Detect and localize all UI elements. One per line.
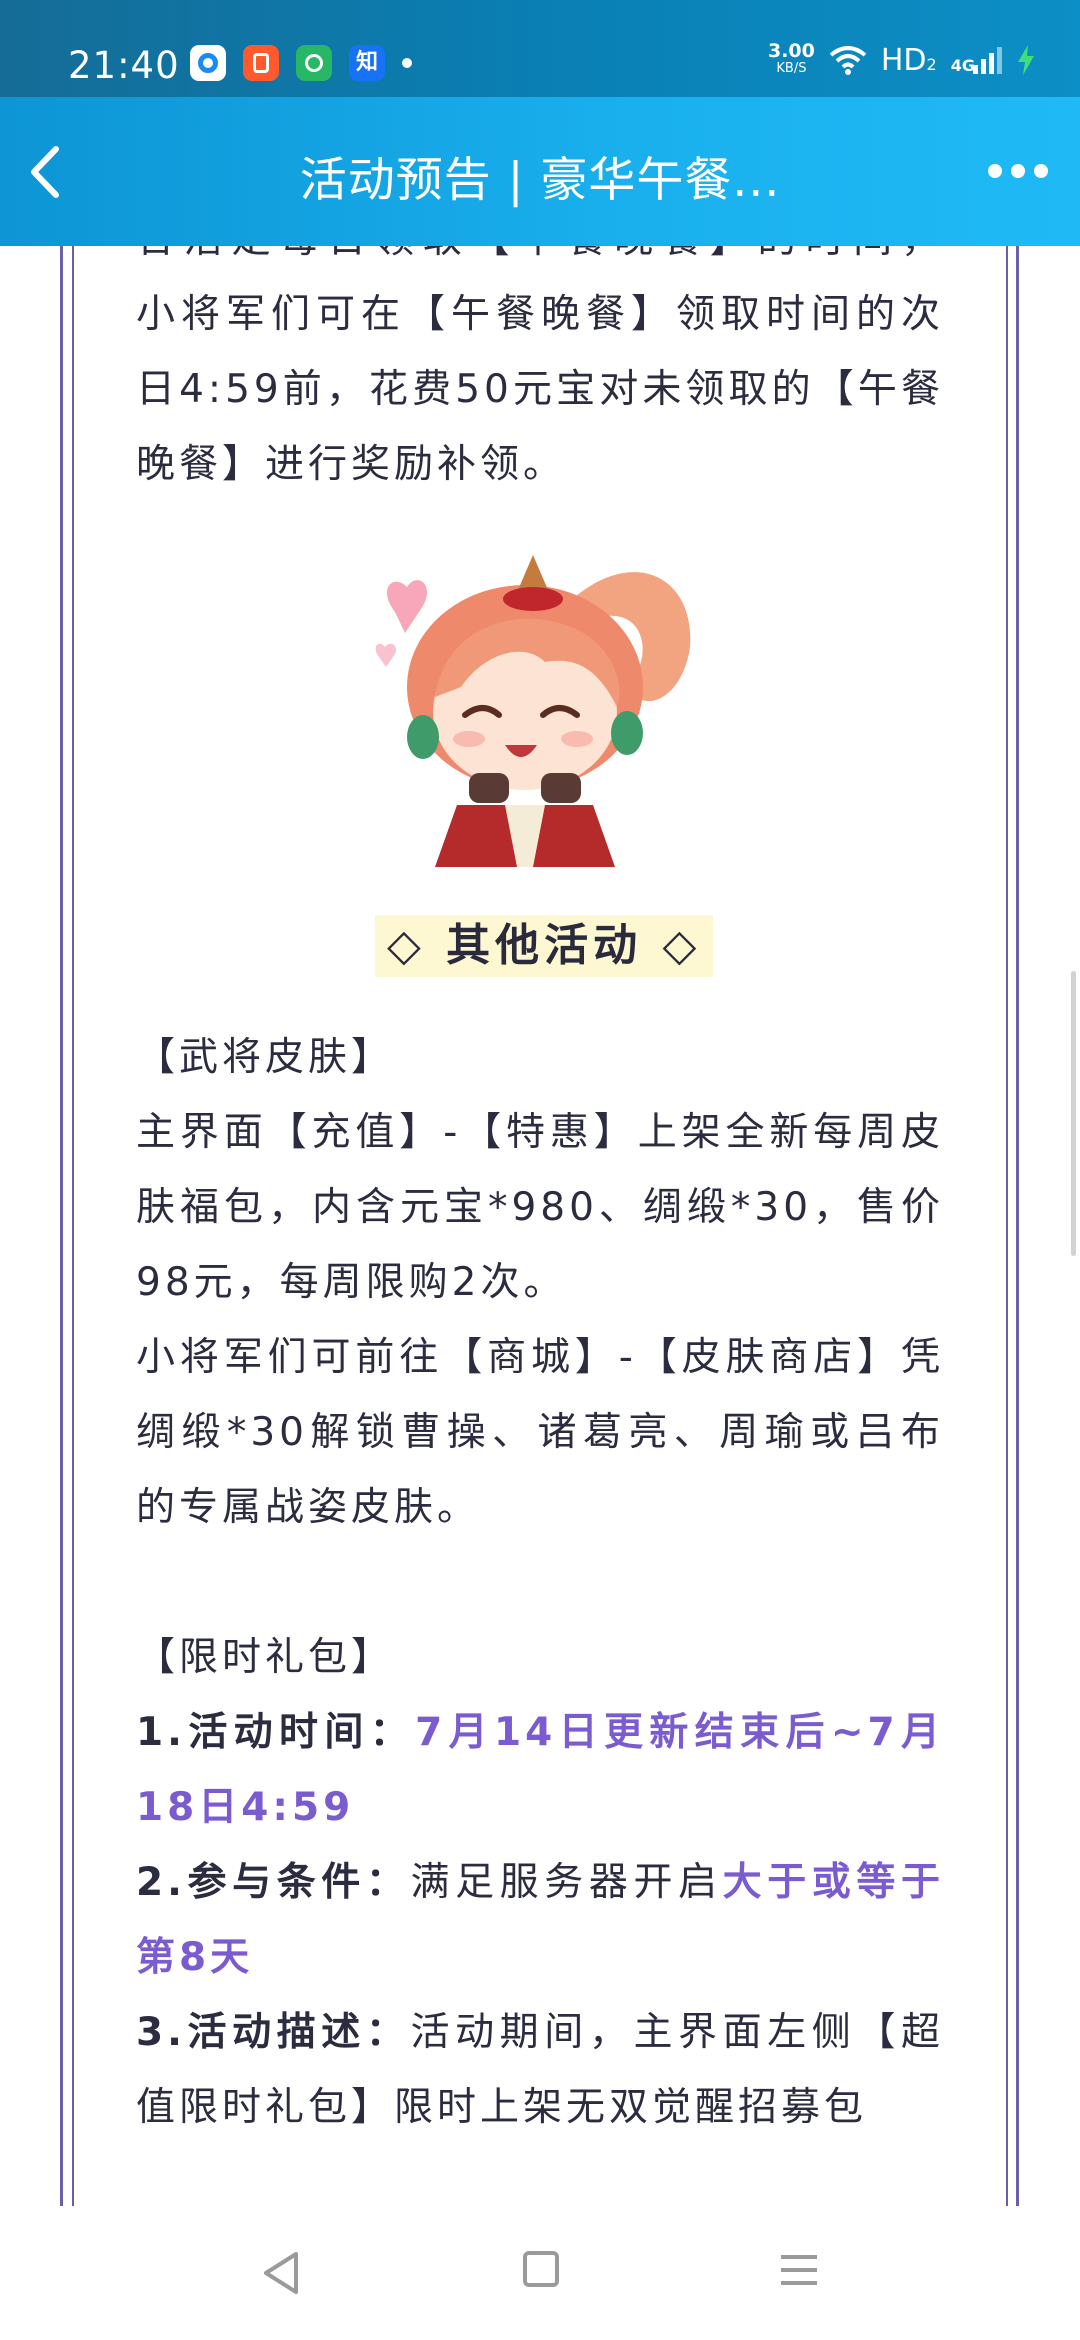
- nav-back-icon[interactable]: [258, 2248, 302, 2298]
- other-activities-body: 【武将皮肤】 主界面【充值】-【特惠】上架全新每周皮肤福包，内含元宝*980、绸…: [136, 1020, 944, 2145]
- charging-bolt-icon: [1018, 45, 1034, 75]
- status-indicators: 3.00 KB/S HD2 4G: [768, 42, 1036, 78]
- gift-item-1-label: 1.活动时间：: [136, 1710, 416, 1755]
- lunch-makeup-paragraph: 小将军们可在【午餐晚餐】领取时间的次日4:59前，花费50元宝对未领取的【午餐晚…: [136, 292, 944, 487]
- more-dots-icon: [988, 164, 1048, 178]
- gift-item-2: 2.参与条件：满足服务器开启大于或等于第8天: [136, 1845, 944, 1995]
- status-time: 21:40: [68, 44, 180, 87]
- skin-heading: 【武将皮肤】: [136, 1035, 395, 1080]
- page-title: 活动预告 | 豪华午餐...: [299, 153, 781, 208]
- zhihu-app-icon: 知: [349, 45, 385, 81]
- skin-paragraph-1: 主界面【充值】-【特惠】上架全新每周皮肤福包，内含元宝*980、绸缎*30，售价…: [136, 1110, 944, 1305]
- gift-pack-heading: 【限时礼包】: [136, 1635, 395, 1680]
- frame-border-left-outer: [60, 246, 63, 2206]
- gift-item-3-label: 3.活动描述：: [136, 2010, 411, 2055]
- network-speed-unit: KB/S: [776, 61, 807, 76]
- gift-item-2-label: 2.参与条件：: [136, 1860, 411, 1905]
- frame-border-right-inner: [1006, 246, 1008, 2206]
- chibi-character-sticker: [365, 537, 715, 872]
- browser-app-icon: [190, 45, 226, 81]
- back-arrow-icon: [31, 146, 59, 198]
- hd-voice-indicator: HD2: [880, 42, 937, 78]
- article-content[interactable]: 合活走每日领取【午餐晚餐】的时间， 小将军们可在【午餐晚餐】领取时间的次日4:5…: [0, 246, 1080, 2206]
- network-speed: 3.00 KB/S: [768, 42, 815, 78]
- title-bar: 活动预告 | 豪华午餐...: [0, 97, 1080, 246]
- gift-item-1: 1.活动时间：7月14日更新结束后~7月18日4:59: [136, 1695, 944, 1845]
- gift-item-2-text: 满足服务器开启: [410, 1860, 723, 1905]
- skin-paragraph-2: 小将军们可前往【商城】-【皮肤商店】凭绸缎*30解锁曹操、诸葛亮、周瑜或吕布的专…: [136, 1335, 944, 1530]
- cellular-signal: 4G: [951, 45, 1002, 75]
- network-speed-value: 3.00: [767, 40, 815, 62]
- status-bar: 21:40 知 3.00 KB/S HD2 4G: [0, 0, 1080, 97]
- signal-bars-icon: [973, 47, 1002, 74]
- shopping-app-icon: [243, 45, 279, 81]
- section-title-other-activities: ◇ 其他活动 ◇: [375, 915, 714, 977]
- wifi-icon: [829, 46, 867, 75]
- more-notifications-dot-icon: [402, 58, 412, 68]
- system-navigation-bar: [0, 2206, 1080, 2340]
- notification-icons: 知: [190, 45, 412, 81]
- more-options-button[interactable]: [978, 151, 1058, 191]
- messaging-app-icon: [296, 45, 332, 81]
- nav-menu-icon[interactable]: [779, 2253, 819, 2287]
- frame-border-left-inner: [72, 246, 74, 2206]
- scrollbar-thumb[interactable]: [1071, 971, 1076, 1256]
- partially-scrolled-line: 合活走每日领取【午餐晚餐】的时间，: [136, 246, 944, 277]
- frame-border-right-outer: [1016, 246, 1019, 2206]
- gift-item-3: 3.活动描述：活动期间，主界面左侧【超值限时礼包】限时上架无双觉醒招募包: [136, 1995, 944, 2145]
- nav-home-icon[interactable]: [523, 2251, 559, 2287]
- back-button[interactable]: [18, 135, 88, 209]
